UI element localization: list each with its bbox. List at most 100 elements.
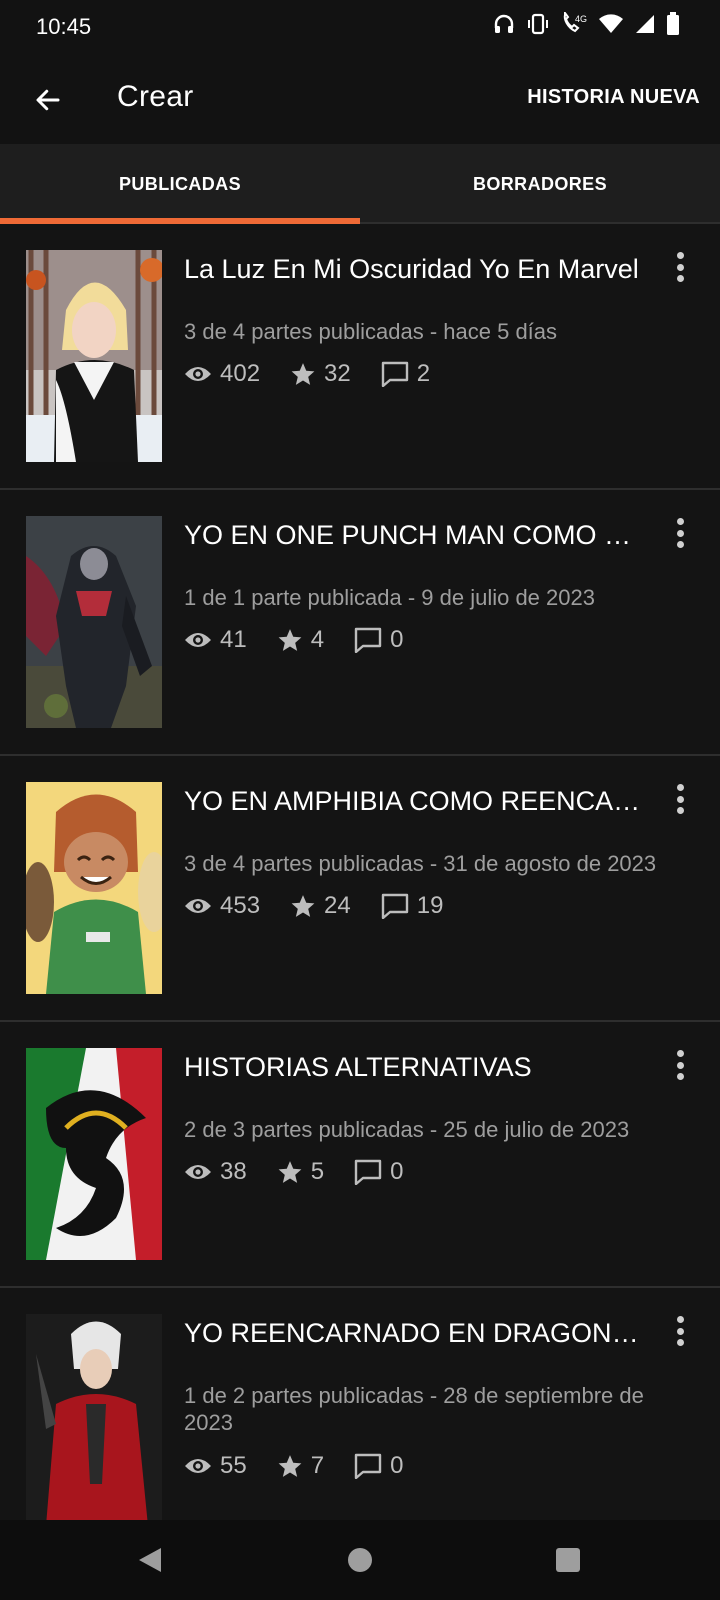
votes-stat: 24 (290, 892, 351, 920)
comments-count: 2 (416, 360, 431, 387)
story-item[interactable]: YO REENCARNADO EN DRAGON BALL 1 de 2 par… (0, 1288, 720, 1520)
status-time: 10:45 (36, 14, 92, 39)
status-icons: 4G (492, 12, 680, 36)
wifi-icon (599, 14, 623, 33)
new-story-button[interactable]: HISTORIA NUEVA (527, 86, 700, 109)
eye-icon (185, 899, 211, 913)
more-options-icon[interactable] (668, 516, 692, 550)
cover-image (26, 250, 162, 462)
more-options-icon[interactable] (668, 250, 692, 284)
story-title[interactable]: YO EN ONE PUNCH MAN COMO UN VILLANO (184, 520, 644, 551)
cover-image (26, 1048, 162, 1260)
comment-icon (381, 361, 408, 387)
app-bar: Crear HISTORIA NUEVA (0, 56, 720, 144)
story-item[interactable]: YO EN AMPHIBIA COMO REENCARNADO 3 de 4 p… (0, 756, 720, 1022)
system-nav-bar (0, 1520, 720, 1600)
story-title[interactable]: La Luz En Mi Oscuridad Yo En Marvel (184, 254, 644, 285)
comments-count: 0 (390, 1158, 404, 1185)
story-stats: 41 4 0 (184, 626, 433, 654)
story-meta: 2 de 3 partes publicadas - 25 de julio d… (184, 1117, 630, 1142)
views-stat: 402 (184, 360, 260, 388)
votes-stat: 5 (277, 1158, 324, 1186)
story-cover[interactable] (26, 1048, 162, 1260)
battery-icon (667, 12, 679, 35)
eye-icon (185, 367, 211, 381)
story-meta: 1 de 1 parte publicada - 9 de julio de 2… (184, 585, 595, 610)
cover-image (26, 1314, 162, 1520)
story-cover[interactable] (26, 782, 162, 994)
votes-count: 32 (324, 360, 351, 387)
eye-icon (185, 633, 211, 647)
status-bar: 10:45 4G (0, 0, 720, 56)
comments-stat: 0 (354, 1158, 403, 1186)
comments-stat: 0 (354, 626, 403, 654)
triangle-back-icon (139, 1548, 161, 1572)
views-stat: 38 (184, 1158, 247, 1186)
views-count: 402 (220, 360, 261, 387)
comments-count: 0 (390, 1452, 404, 1479)
signal-icon (636, 15, 654, 33)
page-title: Crear (117, 80, 194, 113)
votes-count: 7 (310, 1452, 325, 1479)
story-cover[interactable] (26, 250, 162, 462)
story-stats: 55 7 0 (184, 1452, 433, 1480)
story-stats: 38 5 0 (184, 1158, 433, 1186)
story-title[interactable]: HISTORIAS ALTERNATIVAS (184, 1052, 644, 1083)
cover-image (26, 516, 162, 728)
story-cover[interactable] (26, 1314, 162, 1520)
votes-count: 5 (310, 1158, 325, 1185)
vibrate-icon (528, 13, 548, 35)
tab-drafts[interactable]: BORRADORES (360, 144, 720, 224)
story-item[interactable]: YO EN ONE PUNCH MAN COMO UN VILLANO 1 de… (0, 490, 720, 756)
story-list: La Luz En Mi Oscuridad Yo En Marvel 3 de… (0, 224, 720, 1520)
views-count: 38 (220, 1158, 247, 1185)
nav-back-button[interactable] (130, 1540, 170, 1580)
nav-home-button[interactable] (340, 1540, 380, 1580)
wifi-calling-icon: 4G (563, 12, 587, 33)
more-options-icon[interactable] (668, 1314, 692, 1348)
star-icon (278, 629, 302, 651)
nav-recents-button[interactable] (548, 1540, 588, 1580)
comment-icon (381, 893, 408, 919)
views-count: 41 (220, 626, 247, 653)
story-title[interactable]: YO EN AMPHIBIA COMO REENCARNADO (184, 786, 644, 817)
comment-icon (354, 627, 382, 653)
views-count: 55 (220, 1452, 247, 1479)
votes-count: 24 (324, 892, 351, 919)
votes-count: 4 (310, 626, 325, 653)
story-item[interactable]: HISTORIAS ALTERNATIVAS 2 de 3 partes pub… (0, 1022, 720, 1288)
star-icon (291, 363, 315, 385)
comments-count: 0 (390, 626, 404, 653)
comments-stat: 19 (381, 892, 444, 920)
star-icon (278, 1161, 302, 1183)
story-item[interactable]: La Luz En Mi Oscuridad Yo En Marvel 3 de… (0, 224, 720, 490)
cover-image (26, 782, 162, 994)
tab-published[interactable]: PUBLICADAS (0, 144, 360, 224)
story-title[interactable]: YO REENCARNADO EN DRAGON BALL (184, 1318, 644, 1349)
comment-icon (354, 1453, 382, 1479)
tab-bar: PUBLICADAS BORRADORES (0, 144, 720, 224)
eye-icon (185, 1165, 211, 1179)
more-options-icon[interactable] (668, 1048, 692, 1082)
network-label: 4G (575, 14, 587, 24)
back-button[interactable] (26, 78, 70, 122)
views-count: 453 (220, 892, 261, 919)
votes-stat: 7 (277, 1452, 324, 1480)
story-cover[interactable] (26, 516, 162, 728)
circle-home-icon (348, 1548, 372, 1572)
comments-stat: 2 (381, 360, 430, 388)
views-stat: 55 (184, 1452, 247, 1480)
views-stat: 453 (184, 892, 260, 920)
square-recents-icon (556, 1548, 580, 1572)
headphones-icon (494, 14, 514, 33)
star-icon (278, 1455, 302, 1477)
more-options-icon[interactable] (668, 782, 692, 816)
eye-icon (185, 1459, 211, 1473)
star-icon (291, 895, 315, 917)
story-stats: 402 32 2 (184, 360, 460, 388)
arrow-back-icon (36, 89, 60, 111)
story-meta: 3 de 4 partes publicadas - hace 5 días (184, 319, 558, 344)
comments-stat: 0 (354, 1452, 403, 1480)
story-meta: 3 de 4 partes publicadas - 31 de agosto … (184, 851, 657, 876)
comments-count: 19 (416, 892, 444, 919)
